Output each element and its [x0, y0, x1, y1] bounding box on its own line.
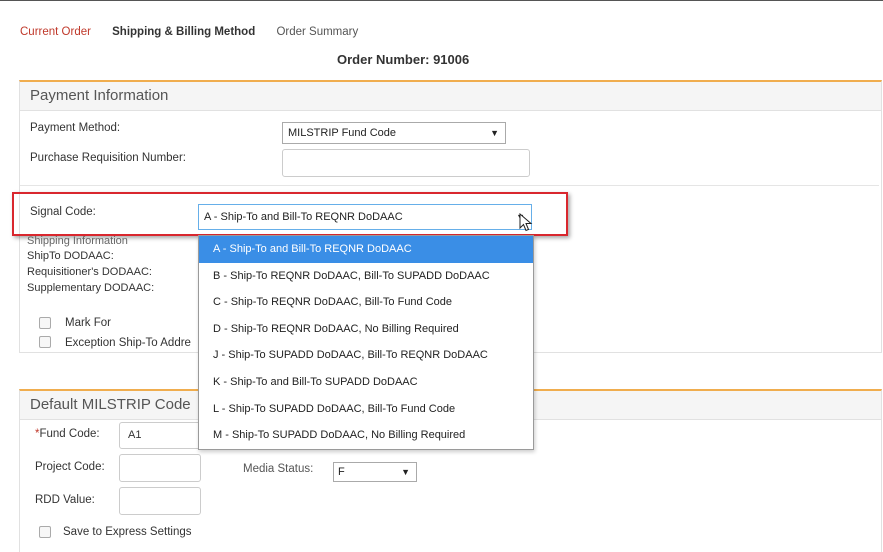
section-divider [20, 185, 879, 186]
dropdown-option[interactable]: K - Ship-To and Bill-To SUPADD DoDAAC [199, 369, 533, 396]
order-number: Order Number: 91006 [337, 52, 470, 67]
tab-current-order[interactable]: Current Order [20, 26, 91, 38]
payment-method-value: MILSTRIP Fund Code [288, 127, 397, 139]
dropdown-option[interactable]: B - Ship-To REQNR DoDAAC, Bill-To SUPADD… [199, 263, 533, 290]
media-status-value: F [338, 466, 345, 478]
project-code-label: Project Code: [35, 461, 105, 473]
top-divider [0, 0, 883, 1]
mouse-cursor-icon [519, 213, 533, 232]
requisitioner-dodaac-label: Requisitioner's DODAAC: [27, 266, 152, 278]
exception-shipto-checkbox[interactable] [39, 336, 51, 348]
save-express-label: Save to Express Settings [63, 526, 192, 538]
tab-order-summary[interactable]: Order Summary [276, 26, 358, 38]
mark-for-checkbox[interactable] [39, 317, 51, 329]
chevron-down-icon: ▼ [401, 467, 410, 477]
payment-method-select[interactable]: MILSTRIP Fund Code ▼ [282, 122, 506, 144]
project-code-input[interactable] [119, 454, 201, 482]
prn-label: Purchase Requisition Number: [30, 152, 186, 164]
payment-method-label: Payment Method: [30, 122, 121, 134]
fund-code-value: A1 [128, 429, 142, 441]
tab-shipping-billing[interactable]: Shipping & Billing Method [112, 26, 255, 38]
signal-code-dropdown: A - Ship-To and Bill-To REQNR DoDAAC B -… [198, 235, 534, 450]
media-status-select[interactable]: F ▼ [333, 462, 417, 482]
dropdown-option[interactable]: J - Ship-To SUPADD DoDAAC, Bill-To REQNR… [199, 342, 533, 369]
highlight-box [12, 192, 568, 236]
dropdown-option[interactable]: C - Ship-To REQNR DoDAAC, Bill-To Fund C… [199, 289, 533, 316]
exception-shipto-label: Exception Ship-To Addre [65, 337, 191, 349]
prn-input[interactable] [282, 149, 530, 177]
payment-panel-title: Payment Information [20, 82, 881, 111]
dropdown-option[interactable]: M - Ship-To SUPADD DoDAAC, No Billing Re… [199, 422, 533, 449]
media-status-label: Media Status: [243, 463, 314, 475]
fund-code-input[interactable]: A1 [119, 422, 201, 449]
shipto-dodaac-label: ShipTo DODAAC: [27, 250, 114, 262]
shipping-info-heading: Shipping Information [27, 235, 128, 247]
fund-code-label-text: Fund Code: [39, 428, 100, 440]
order-steps: Current Order Shipping & Billing Method … [20, 26, 376, 38]
save-express-checkbox[interactable] [39, 526, 51, 538]
dropdown-option[interactable]: A - Ship-To and Bill-To REQNR DoDAAC [199, 236, 533, 263]
dropdown-option[interactable]: L - Ship-To SUPADD DoDAAC, Bill-To Fund … [199, 396, 533, 423]
rdd-value-label: RDD Value: [35, 494, 95, 506]
chevron-down-icon: ▼ [490, 128, 499, 138]
dropdown-option[interactable]: D - Ship-To REQNR DoDAAC, No Billing Req… [199, 316, 533, 343]
fund-code-label: *Fund Code: [35, 428, 100, 440]
supplementary-dodaac-label: Supplementary DODAAC: [27, 282, 155, 294]
mark-for-label: Mark For [65, 317, 111, 329]
rdd-value-input[interactable] [119, 487, 201, 515]
